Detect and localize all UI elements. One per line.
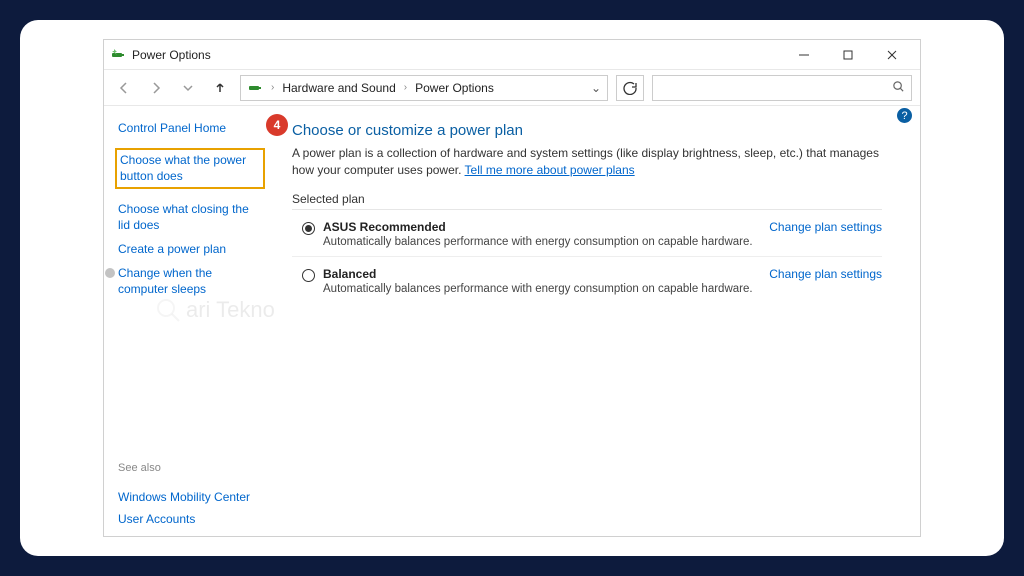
plan-description: Automatically balances performance with … bbox=[323, 283, 761, 301]
breadcrumb-item[interactable]: Power Options bbox=[415, 81, 494, 95]
change-plan-settings-link[interactable]: Change plan settings bbox=[769, 267, 882, 281]
highlighted-link-frame: Choose what the power button does bbox=[115, 148, 265, 188]
search-icon bbox=[892, 80, 905, 96]
power-plan-option[interactable]: ASUS Recommended Automatically balances … bbox=[292, 216, 882, 256]
sidebar: Control Panel Home Choose what the power… bbox=[104, 106, 270, 536]
plan-description: Automatically balances performance with … bbox=[323, 236, 761, 254]
annotation-step-badge: 4 bbox=[266, 114, 288, 136]
plan-name: ASUS Recommended bbox=[323, 220, 761, 234]
page-description: A power plan is a collection of hardware… bbox=[292, 145, 882, 180]
plan-name: Balanced bbox=[323, 267, 761, 281]
refresh-button[interactable] bbox=[616, 75, 644, 101]
address-bar[interactable]: › Hardware and Sound › Power Options ⌄ bbox=[240, 75, 608, 101]
window: Power Options › Hardware and Sound › Pow… bbox=[103, 39, 921, 537]
breadcrumb-item[interactable]: Hardware and Sound bbox=[282, 81, 395, 95]
back-button[interactable] bbox=[112, 76, 136, 100]
up-button[interactable] bbox=[208, 76, 232, 100]
power-plan-option[interactable]: Balanced Automatically balances performa… bbox=[292, 263, 882, 303]
sidebar-link-closing-lid[interactable]: Choose what closing the lid does bbox=[118, 201, 262, 233]
minimize-button[interactable] bbox=[782, 41, 826, 69]
recent-dropdown[interactable] bbox=[176, 76, 200, 100]
battery-icon bbox=[110, 47, 126, 63]
shield-icon bbox=[104, 267, 116, 279]
page-heading: Choose or customize a power plan bbox=[292, 122, 882, 139]
sidebar-link-computer-sleeps[interactable]: Change when the computer sleeps bbox=[118, 265, 262, 297]
sidebar-link-create-plan[interactable]: Create a power plan bbox=[118, 241, 262, 257]
window-title: Power Options bbox=[132, 48, 211, 62]
change-plan-settings-link[interactable]: Change plan settings bbox=[769, 220, 882, 234]
tell-me-more-link[interactable]: Tell me more about power plans bbox=[465, 163, 635, 177]
forward-button[interactable] bbox=[144, 76, 168, 100]
selected-plan-label: Selected plan bbox=[292, 192, 882, 210]
radio-checked-icon[interactable] bbox=[302, 222, 315, 235]
navbar: › Hardware and Sound › Power Options ⌄ bbox=[104, 70, 920, 106]
battery-icon bbox=[247, 80, 263, 96]
search-input[interactable] bbox=[652, 75, 912, 101]
seealso-mobility-center[interactable]: Windows Mobility Center bbox=[118, 490, 262, 504]
main-panel: 4 Choose or customize a power plan A pow… bbox=[270, 106, 920, 536]
seealso-user-accounts[interactable]: User Accounts bbox=[118, 512, 262, 526]
titlebar: Power Options bbox=[104, 40, 920, 70]
sidebar-link-power-button[interactable]: Choose what the power button does bbox=[120, 152, 260, 184]
control-panel-home-link[interactable]: Control Panel Home bbox=[118, 120, 262, 136]
chevron-right-icon: › bbox=[271, 82, 274, 93]
radio-unchecked-icon[interactable] bbox=[302, 269, 315, 282]
chevron-right-icon: › bbox=[404, 82, 407, 93]
see-also-label: See also bbox=[118, 452, 262, 474]
maximize-button[interactable] bbox=[826, 41, 870, 69]
close-button[interactable] bbox=[870, 41, 914, 69]
chevron-down-icon[interactable]: ⌄ bbox=[591, 81, 601, 95]
